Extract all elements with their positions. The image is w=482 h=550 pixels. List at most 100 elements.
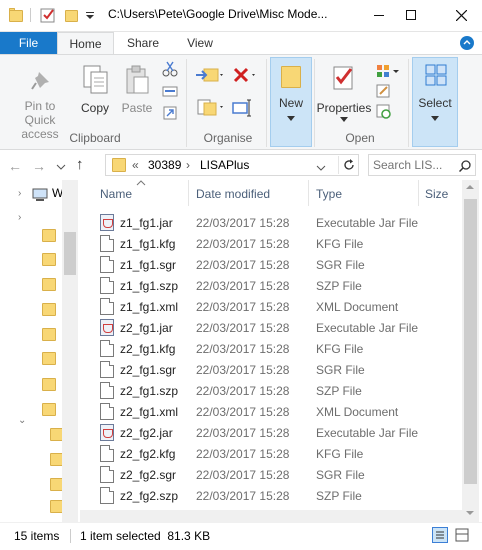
tab-file[interactable]: File	[0, 32, 57, 55]
paste-shortcut-button[interactable]	[161, 105, 179, 123]
breadcrumb-30389[interactable]: 30389	[148, 158, 181, 172]
history-button[interactable]	[374, 103, 402, 121]
forward-button[interactable]: →	[32, 158, 46, 174]
dropdown-arrow-icon	[340, 117, 348, 122]
back-button[interactable]: ←	[8, 158, 22, 174]
computer-icon	[32, 188, 48, 201]
copy-button[interactable]: Copy	[77, 59, 113, 125]
file-row[interactable]: z1_fg1.kfg 22/03/2017 15:28 KFG File	[96, 233, 462, 254]
nav-folder-icon[interactable]	[42, 352, 56, 365]
group-label-clipboard: Clipboard	[69, 131, 121, 145]
file-row[interactable]: z2_fg1.kfg 22/03/2017 15:28 KFG File	[96, 338, 462, 359]
file-row[interactable]: z1_fg1.jar 22/03/2017 15:28 Executable Jar…	[96, 212, 462, 233]
file-row[interactable]: z2_fg1.sgr 22/03/2017 15:28 SGR File	[96, 359, 462, 380]
file-row[interactable]: z2_fg2.szp 22/03/2017 15:28 SZP File	[96, 485, 462, 506]
nav-folder-icon[interactable]	[42, 303, 56, 316]
column-divider[interactable]	[308, 180, 309, 206]
refresh-button[interactable]	[338, 156, 358, 174]
tab-view[interactable]: View	[172, 32, 228, 55]
select-button[interactable]: Select	[412, 57, 458, 147]
open-button[interactable]	[374, 63, 402, 81]
search-input[interactable]	[373, 157, 455, 173]
file-name: z2_fg1.xml	[120, 405, 179, 419]
document-file-icon	[100, 256, 114, 273]
details-view-button[interactable]	[432, 527, 448, 543]
file-row[interactable]: z2_fg2.sgr 22/03/2017 15:28 SGR File	[96, 464, 462, 485]
properties-button[interactable]: Properties	[316, 59, 372, 125]
file-row[interactable]: z2_fg2.jar 22/03/2017 15:28 Executable Jar…	[96, 422, 462, 443]
copy-path-button[interactable]	[161, 83, 179, 101]
edit-button[interactable]	[374, 83, 402, 101]
group-label-open: Open	[345, 131, 375, 145]
separator	[30, 8, 31, 22]
file-row[interactable]: z2_fg1.jar 22/03/2017 15:28 Executable Jar…	[96, 317, 462, 338]
new-button[interactable]: New	[270, 57, 312, 147]
column-header-name[interactable]: Name	[100, 187, 132, 201]
scroll-up-arrow-icon[interactable]	[466, 184, 474, 190]
file-name: z1_fg1.kfg	[120, 237, 176, 251]
file-name: z2_fg1.sgr	[120, 363, 177, 377]
new-folder-quick-icon[interactable]	[64, 7, 80, 23]
tab-share[interactable]: Share	[118, 32, 168, 55]
close-button[interactable]	[440, 0, 482, 30]
paste-button[interactable]: Paste	[117, 59, 157, 125]
sort-ascending-icon	[136, 180, 146, 186]
file-name: z2_fg1.szp	[120, 384, 179, 398]
help-icon[interactable]	[460, 36, 474, 50]
customize-toolbar-icon[interactable]	[84, 10, 96, 20]
move-to-button[interactable]	[193, 65, 225, 89]
nav-folder-icon[interactable]	[42, 403, 56, 416]
recent-locations-button[interactable]	[56, 160, 66, 174]
file-type: SZP File	[316, 489, 362, 503]
file-list-scrollbar-thumb[interactable]	[464, 199, 477, 484]
search-box[interactable]	[368, 154, 476, 176]
column-divider[interactable]	[418, 180, 419, 206]
nav-folder-icon[interactable]	[42, 378, 56, 391]
nav-folder-icon[interactable]	[42, 328, 56, 341]
nav-scrollbar-thumb[interactable]	[64, 232, 76, 275]
file-date-modified: 22/03/2017 15:28	[196, 384, 290, 398]
file-type: Executable Jar File	[316, 321, 419, 335]
column-header-size[interactable]: Size	[425, 187, 448, 201]
expand-chevron-icon[interactable]: ›	[18, 188, 21, 199]
pin-to-quick-access-button[interactable]: Pin to Quick access	[4, 59, 76, 141]
dropdown-arrow-icon	[431, 116, 439, 121]
file-row[interactable]: z1_fg1.sgr 22/03/2017 15:28 SGR File	[96, 254, 462, 275]
column-header-type[interactable]: Type	[316, 187, 342, 201]
large-icons-view-button[interactable]	[454, 527, 470, 543]
chevron-down-icon	[56, 164, 66, 170]
up-button[interactable]: ↑	[76, 156, 84, 173]
expand-chevron-icon[interactable]: ›	[18, 212, 21, 223]
tab-home[interactable]: Home	[57, 32, 114, 55]
group-separator	[186, 59, 187, 147]
address-overflow[interactable]: «	[132, 158, 139, 172]
address-dropdown-button[interactable]	[316, 161, 326, 175]
collapse-chevron-icon[interactable]: ⌄	[18, 415, 26, 426]
file-row[interactable]: z1_fg1.szp 22/03/2017 15:28 SZP File	[96, 275, 462, 296]
copy-to-button[interactable]	[193, 97, 225, 121]
file-row[interactable]: z2_fg1.xml 22/03/2017 15:28 XML Document	[96, 401, 462, 422]
column-divider[interactable]	[188, 180, 189, 206]
file-row[interactable]: z2_fg1.szp 22/03/2017 15:28 SZP File	[96, 380, 462, 401]
file-row[interactable]: z1_fg1.xml 22/03/2017 15:28 XML Document	[96, 296, 462, 317]
nav-folder-icon[interactable]	[42, 253, 56, 266]
file-date-modified: 22/03/2017 15:28	[196, 258, 290, 272]
horizontal-scrollbar[interactable]	[80, 510, 462, 522]
maximize-button[interactable]	[390, 0, 432, 30]
file-date-modified: 22/03/2017 15:28	[196, 405, 290, 419]
delete-button[interactable]	[229, 65, 261, 89]
cut-button[interactable]	[161, 61, 179, 79]
nav-folder-icon[interactable]	[42, 278, 56, 291]
properties-quick-icon[interactable]	[40, 7, 56, 23]
nav-folder-icon[interactable]	[42, 229, 56, 242]
file-name: z1_fg1.szp	[120, 279, 179, 293]
file-row[interactable]: z2_fg2.kfg 22/03/2017 15:28 KFG File	[96, 443, 462, 464]
jar-file-icon	[100, 319, 114, 336]
column-header-date-modified[interactable]: Date modified	[196, 187, 270, 201]
file-name: z1_fg1.jar	[120, 216, 173, 230]
file-name: z2_fg2.jar	[120, 426, 173, 440]
scroll-down-arrow-icon[interactable]	[466, 510, 474, 516]
address-bar[interactable]: « 30389 › LISAPlus	[105, 154, 359, 176]
rename-button[interactable]	[229, 97, 261, 121]
breadcrumb-lisaplus[interactable]: LISAPlus	[200, 158, 249, 172]
